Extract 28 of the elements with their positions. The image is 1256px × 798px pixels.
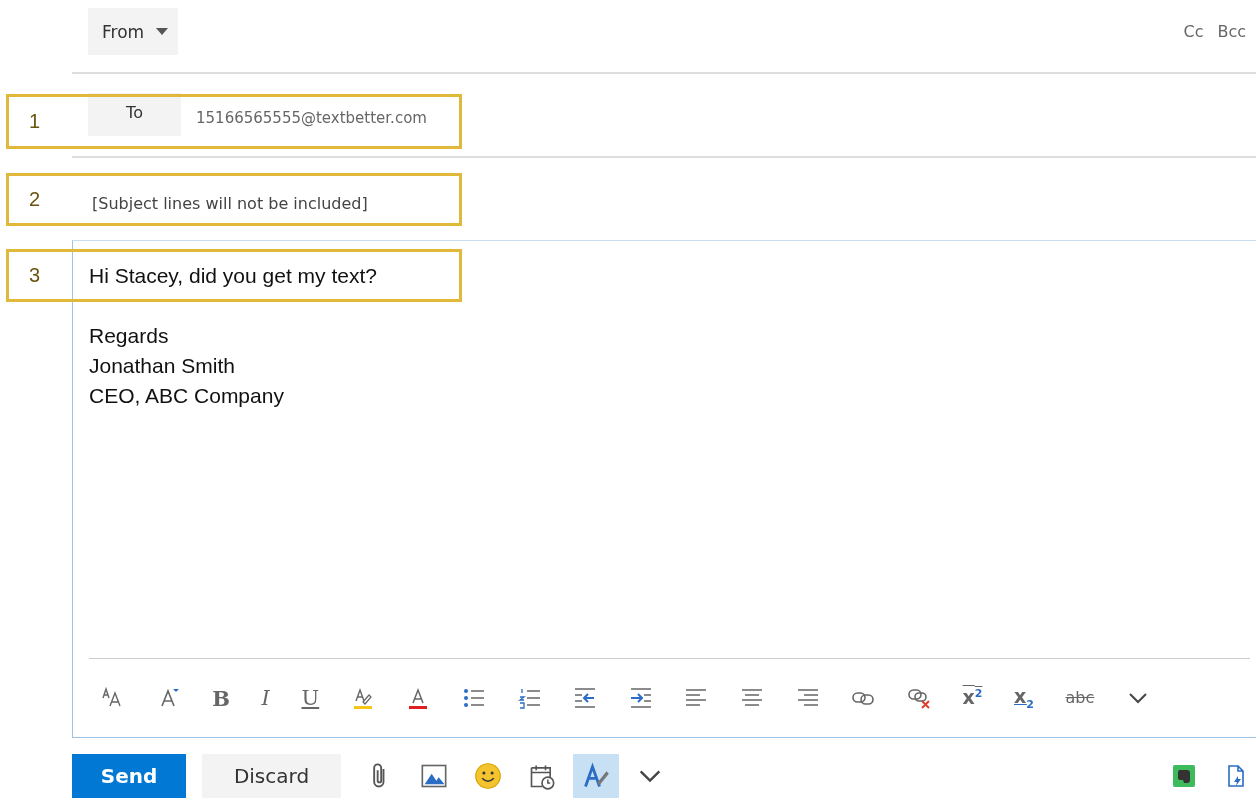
message-body[interactable]: Hi Stacey, did you get my text? Regards Jonathan Smith CEO, ABC Company [73,241,1256,658]
numbered-list-icon[interactable] [517,686,542,710]
picture-icon [420,762,448,790]
increase-indent-icon[interactable] [628,686,653,710]
italic-button[interactable]: I [261,687,270,709]
text-format-button[interactable] [573,754,619,798]
from-button[interactable]: From [88,8,179,55]
smiley-icon [474,762,502,790]
callout-number: 3 [29,264,41,287]
subject-field[interactable]: [Subject lines will not be included] [92,193,368,213]
send-button[interactable]: Send [72,754,186,798]
callout-number: 1 [29,110,41,133]
unlink-icon[interactable] [906,686,931,710]
callout-number: 2 [29,188,41,211]
superscript-button[interactable]: x$^{2}$ [962,688,983,708]
subscript-button[interactable]: x$_{2}$ [1014,686,1034,710]
text-format-icon [582,762,610,790]
cc-link[interactable]: Cc [1183,22,1204,41]
caret-icon [156,28,169,35]
bcc-link[interactable]: Bcc [1217,22,1246,41]
strikethrough-button[interactable]: abc [1065,690,1095,706]
underline-button[interactable]: U [301,687,320,709]
to-button[interactable]: To [88,93,181,136]
discard-button[interactable]: Discard [202,754,341,798]
decrease-indent-icon[interactable] [573,686,598,710]
bold-button[interactable]: B [212,687,230,709]
recipient-address[interactable]: 15166565555@textbetter.com [196,108,427,127]
bulleted-list-icon[interactable] [462,686,486,710]
